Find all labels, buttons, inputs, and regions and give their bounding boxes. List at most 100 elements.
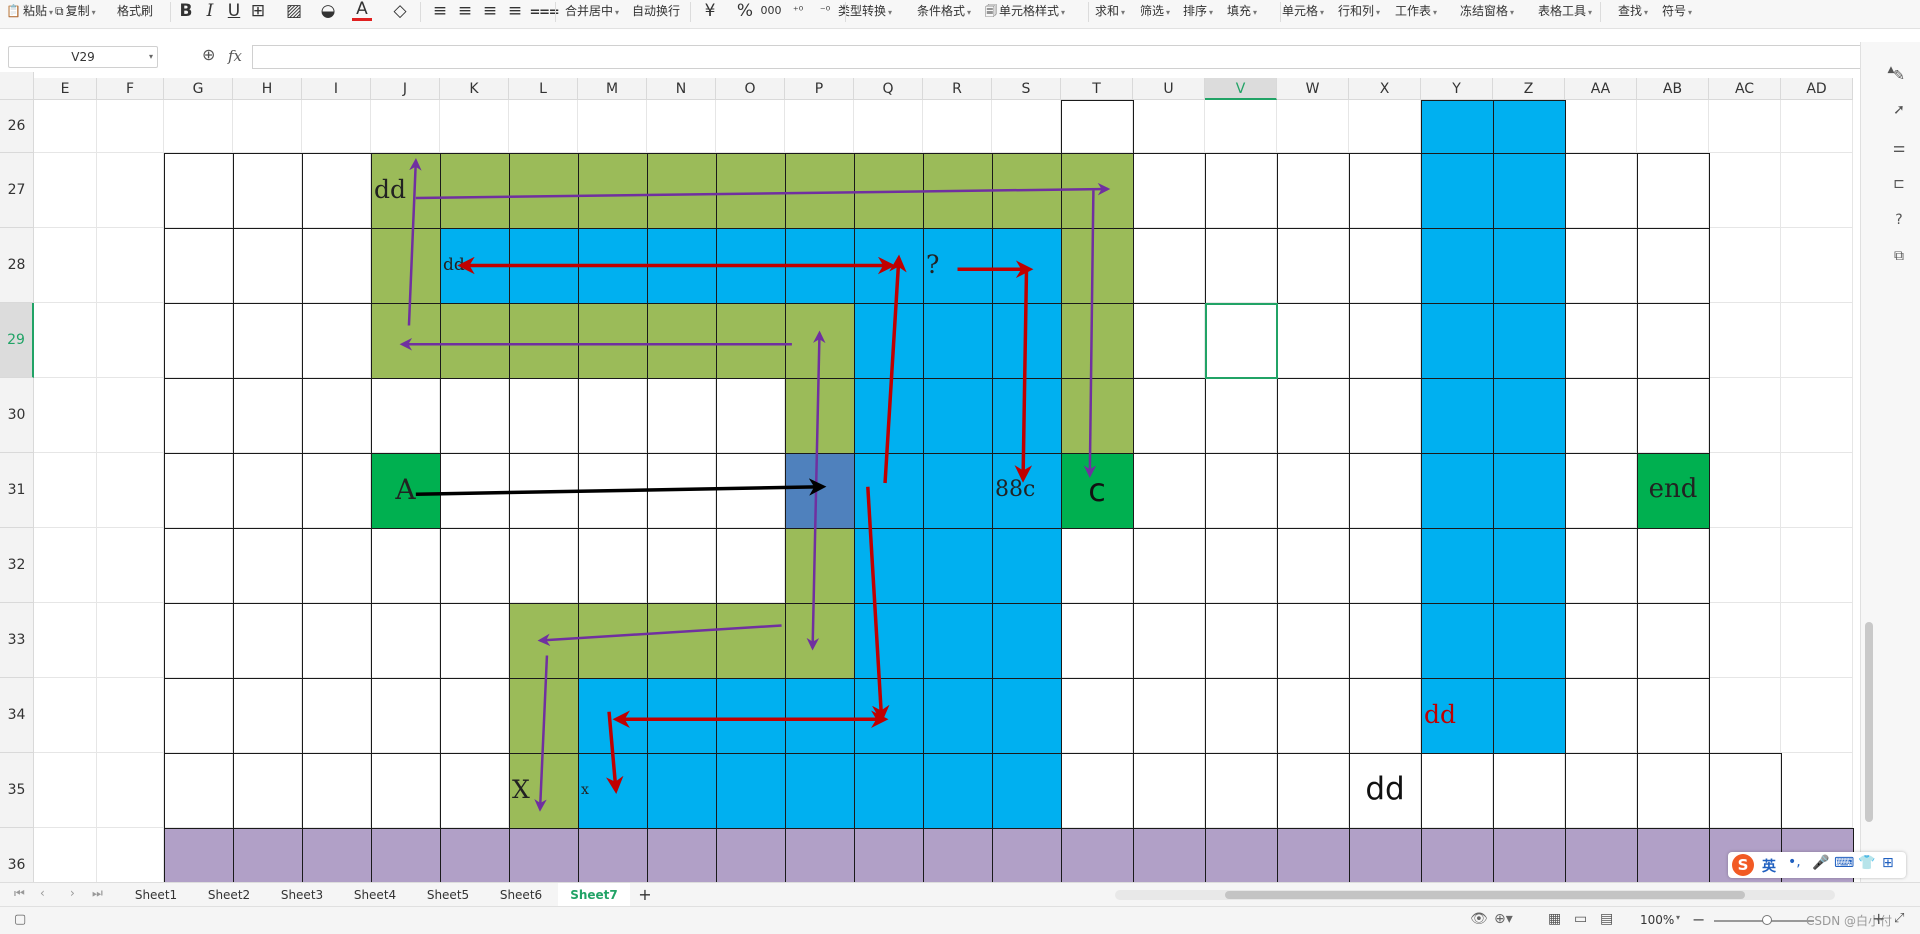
- layout-icon[interactable]: ⊏: [1889, 174, 1909, 194]
- justify-icon[interactable]: ≡: [505, 0, 525, 22]
- toolbar-find-button[interactable]: 查找 ▾: [1618, 0, 1648, 22]
- sheet-tab-sheet5[interactable]: Sheet5: [412, 883, 484, 907]
- ime-toolbar[interactable]: S 英 •, 🎤 ⌨ 👕 ⊞: [1728, 852, 1906, 878]
- prev-sheet-icon[interactable]: ‹: [40, 886, 45, 900]
- align-center-icon[interactable]: ≡: [455, 0, 475, 22]
- decrease-decimal-icon[interactable]: ⁻⁰: [812, 0, 838, 22]
- cell-border-W36: [1277, 828, 1350, 882]
- toolbar-freeze-button[interactable]: 冻结窗格 ▾: [1460, 0, 1514, 22]
- name-box-dropdown-icon[interactable]: ▾: [149, 47, 153, 67]
- zoom-in-button[interactable]: +: [1872, 909, 1885, 928]
- toolbar-sum-button[interactable]: 求和 ▾: [1095, 0, 1125, 22]
- page-break-icon[interactable]: ▤: [1600, 911, 1613, 927]
- ime-skin-icon[interactable]: 👕: [1858, 855, 1875, 871]
- align-left-icon[interactable]: ≡: [430, 0, 450, 22]
- toolbar-row-col-button[interactable]: 行和列 ▾: [1338, 0, 1380, 22]
- thousands-icon[interactable]: 000: [758, 0, 784, 22]
- selected-cell-V29[interactable]: [1205, 303, 1278, 379]
- toolbar-table-tools-button[interactable]: 表格工具 ▾: [1538, 0, 1592, 22]
- distributed-icon[interactable]: ⩶: [530, 0, 559, 22]
- first-sheet-icon[interactable]: ⏮: [14, 886, 25, 901]
- cell-border-T29: [1061, 303, 1134, 379]
- eye-protection-icon[interactable]: 👁: [1470, 911, 1488, 927]
- fill-color-icon[interactable]: ▨: [284, 0, 304, 22]
- toolbar-merge-center-button[interactable]: 合并居中 ▾: [565, 0, 619, 22]
- cell-border-Y27: [1421, 153, 1494, 229]
- border-icon[interactable]: ⊞: [248, 0, 268, 22]
- bold-icon[interactable]: B: [176, 0, 196, 22]
- toolbar-worksheet-button[interactable]: 工作表 ▾: [1395, 0, 1437, 22]
- toolbar-sort-button[interactable]: 排序 ▾: [1183, 0, 1213, 22]
- toolbar-format-painter-button[interactable]: 格式刷: [117, 0, 153, 22]
- last-sheet-icon[interactable]: ⏭: [92, 886, 103, 901]
- underline-icon[interactable]: U: [224, 0, 244, 22]
- ime-voice-icon[interactable]: 🎤: [1812, 855, 1829, 871]
- font-color-icon[interactable]: A: [352, 0, 372, 21]
- fx-icon[interactable]: fx: [228, 47, 242, 65]
- share-icon[interactable]: ⧉: [1889, 246, 1909, 266]
- toolbar-filter-button[interactable]: 筛选 ▾: [1140, 0, 1170, 22]
- cell-border-I32: [302, 528, 372, 604]
- page-layout-icon[interactable]: ▭: [1574, 911, 1587, 927]
- currency-icon[interactable]: ¥: [700, 0, 720, 22]
- toolbar-separator: [690, 2, 691, 22]
- percent-icon[interactable]: %: [735, 0, 755, 22]
- horizontal-scrollbar[interactable]: [1115, 890, 1835, 900]
- cell-border-Q28: [854, 228, 924, 304]
- style-icon[interactable]: ✎: [1889, 66, 1909, 86]
- toolbar-paste-button[interactable]: 📋 粘贴 ▾: [6, 0, 53, 22]
- zoom-slider-thumb[interactable]: [1762, 915, 1772, 925]
- ime-menu-icon[interactable]: ⊞: [1882, 855, 1894, 871]
- toolbar-conditional-format-button[interactable]: 条件格式 ▾: [917, 0, 971, 22]
- toolbar-fill-button[interactable]: 填充 ▾: [1227, 0, 1257, 22]
- cell-border-V32: [1205, 528, 1278, 604]
- ime-language-toggle[interactable]: 英: [1762, 856, 1776, 876]
- highlight-icon[interactable]: ◒: [318, 0, 338, 22]
- toolbar-copy-button[interactable]: ⧉ 复制 ▾: [55, 0, 96, 22]
- cell-border-K29: [440, 303, 510, 379]
- sheet-tab-sheet4[interactable]: Sheet4: [339, 883, 411, 907]
- cell-area[interactable]: dd dd? A 88c c end dd Xx dd: [0, 72, 1860, 882]
- align-right-icon[interactable]: ≡: [480, 0, 500, 22]
- sheet-tab-sheet3[interactable]: Sheet3: [266, 883, 338, 907]
- next-sheet-icon[interactable]: ›: [70, 886, 75, 900]
- ime-logo-icon[interactable]: S: [1732, 854, 1754, 876]
- macro-icon[interactable]: ▢: [14, 912, 26, 927]
- sheet-tab-sheet2[interactable]: Sheet2: [193, 883, 265, 907]
- zoom-out-button[interactable]: −: [1692, 910, 1705, 929]
- italic-icon[interactable]: I: [200, 0, 220, 22]
- formula-input[interactable]: [252, 45, 1874, 69]
- name-box[interactable]: V29 ▾: [8, 46, 158, 68]
- toolbar-type-convert-button[interactable]: 类型转换 ▾: [838, 0, 892, 22]
- normal-view-icon[interactable]: ▦: [1548, 911, 1561, 927]
- cell-border-L29: [509, 303, 579, 379]
- cell-border-Y32: [1421, 528, 1494, 604]
- vertical-scrollbar[interactable]: [1865, 622, 1873, 822]
- sheet-tab-sheet6[interactable]: Sheet6: [485, 883, 557, 907]
- cell-border-Y30: [1421, 378, 1494, 454]
- select-icon[interactable]: ➚: [1889, 100, 1909, 120]
- toolbar-wrap-text-button[interactable]: 自动换行: [632, 0, 680, 22]
- add-sheet-button[interactable]: +: [635, 883, 655, 907]
- help-icon[interactable]: ?: [1889, 210, 1909, 230]
- cell-border-W31: [1277, 453, 1350, 529]
- toolbar-cell-button[interactable]: 单元格 ▾: [1282, 0, 1324, 22]
- spreadsheet-grid[interactable]: E F G H I J K L M N O P Q R S T U V W X Y Z AA AB AC AD 26 27 28 29 3…: [0, 72, 1860, 882]
- increase-decimal-icon[interactable]: ⁺⁰: [785, 0, 811, 22]
- sheet-tab-sheet7[interactable]: Sheet7: [558, 883, 630, 907]
- zoom-dropdown-icon[interactable]: ▾: [1676, 913, 1680, 922]
- ime-punctuation-icon[interactable]: •,: [1788, 854, 1801, 870]
- ime-keyboard-icon[interactable]: ⌨: [1834, 855, 1854, 871]
- clear-icon[interactable]: ◇: [390, 0, 410, 22]
- toolbar-cell-style-button[interactable]: 🗐 单元格样式 ▾: [985, 0, 1065, 22]
- sheet-tab-sheet1[interactable]: Sheet1: [120, 883, 192, 907]
- toolbar-symbol-button[interactable]: 符号 ▾: [1662, 0, 1692, 22]
- zoom-icon[interactable]: ⊕: [202, 45, 215, 64]
- properties-icon[interactable]: ⚌: [1889, 138, 1909, 158]
- horizontal-scroll-thumb[interactable]: [1225, 891, 1745, 899]
- fullscreen-icon[interactable]: ⤢: [1894, 911, 1904, 926]
- input-method-icon[interactable]: ⊕▾: [1494, 911, 1513, 927]
- zoom-slider[interactable]: [1714, 915, 1814, 925]
- cell-border-I33: [302, 603, 372, 679]
- zoom-level[interactable]: 100%: [1640, 913, 1674, 927]
